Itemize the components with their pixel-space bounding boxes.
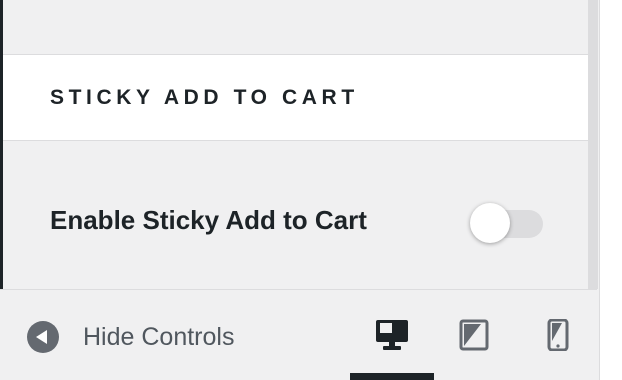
control-label: Enable Sticky Add to Cart	[50, 205, 367, 235]
panel-scrollbar[interactable]	[588, 0, 598, 289]
previous-section-area	[3, 0, 591, 54]
toggle-knob	[470, 203, 510, 243]
sticky-add-to-cart-toggle[interactable]	[470, 203, 544, 243]
tablet-icon	[459, 319, 489, 351]
sticky-add-to-cart-control: Enable Sticky Add to Cart	[3, 141, 591, 289]
hide-controls-label: Hide Controls	[83, 322, 235, 351]
hide-controls-button[interactable]: Hide Controls	[27, 320, 234, 354]
customizer-footer: Hide Controls	[0, 289, 597, 380]
desktop-icon	[376, 320, 408, 350]
preview-tablet-button[interactable]	[432, 290, 516, 380]
collapse-arrow-icon	[27, 321, 59, 353]
section-title: STICKY ADD TO CART	[50, 85, 359, 109]
preview-desktop-button[interactable]	[350, 290, 434, 380]
mobile-icon	[547, 319, 569, 351]
preview-mobile-button[interactable]	[516, 290, 600, 380]
section-header: STICKY ADD TO CART	[3, 54, 591, 141]
